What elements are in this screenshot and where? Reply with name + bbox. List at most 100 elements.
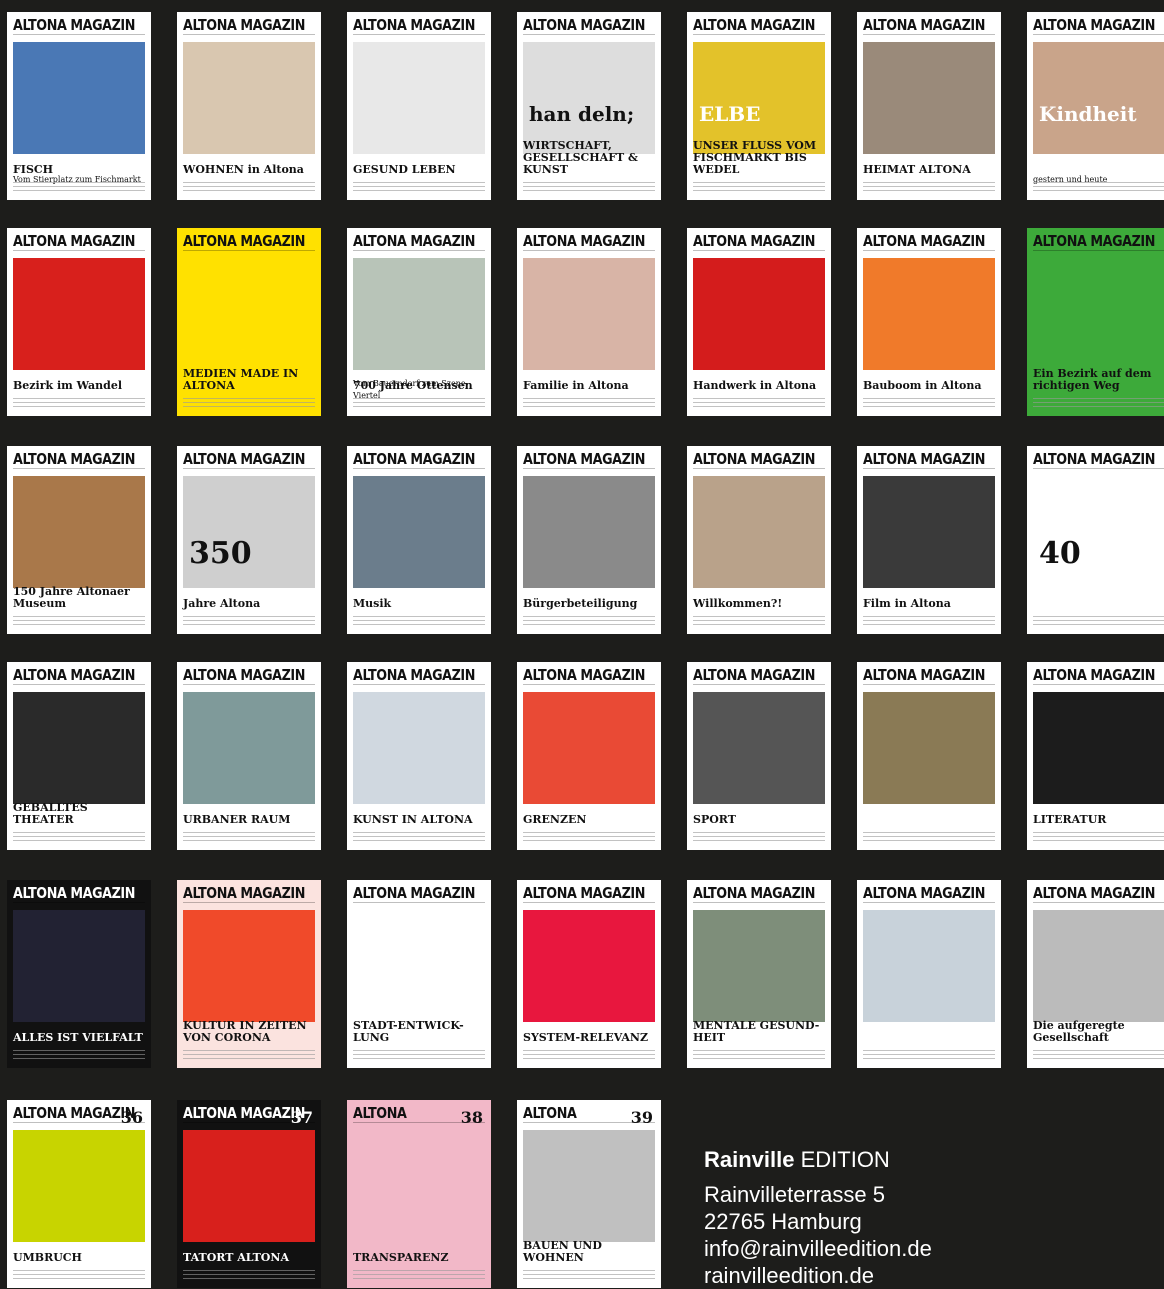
cover-headline: Handwerk in Altona [693,379,817,392]
cover-masthead: ALTONA MAGAZIN [863,16,986,34]
magazine-cover[interactable]: ALTONA MAGAZIN MEDIEN MADE IN ALTONA [177,228,321,416]
cover-artwork [523,258,655,370]
magazine-cover[interactable]: ALTONA MAGAZIN Film in Altona [857,446,1001,634]
cover-masthead: ALTONA MAGAZIN [693,450,816,468]
masthead-rule [353,684,485,690]
magazine-cover[interactable]: ALTONA MAGAZIN 350 Jahre Altona [177,446,321,634]
cover-artwork [693,476,825,588]
magazine-cover[interactable]: ALTONA MAGAZIN Familie in Altona [517,228,661,416]
magazine-cover[interactable]: ALTONA MAGAZIN SPORT [687,662,831,850]
magazine-cover[interactable]: ALTONA MAGAZIN Bürgerbeteiligung [517,446,661,634]
cover-masthead: ALTONA MAGAZIN [353,450,476,468]
magazine-cover[interactable]: ALTONA MAGAZIN GEBALLTES THEATER [7,662,151,850]
magazine-cover[interactable]: ALTONA MAGAZIN GESUND LEBEN [347,12,491,200]
cover-teaser-lines [353,1270,485,1282]
magazine-cover[interactable]: ALTONA MAGAZIN Bauboom in Altona [857,228,1001,416]
magazine-cover[interactable]: ALTONA MAGAZIN ELBE UNSER FLUSS VOM FISCHM… [687,12,831,200]
magazine-cover[interactable]: ALTONA MAGAZIN Kindheit gestern und heute [1027,12,1164,200]
magazine-cover[interactable]: ALTONA MAGAZIN 37 TATORT ALTONA [177,1100,321,1288]
cover-teaser-lines [13,616,145,628]
cover-teaser-lines [183,1050,315,1062]
cover-headline: Film in Altona [863,597,951,610]
masthead-rule [183,250,315,256]
masthead-rule [863,250,995,256]
masthead-rule [523,684,655,690]
masthead-rule [13,250,145,256]
magazine-cover[interactable]: ALTONA MAGAZIN 40 [1027,446,1164,634]
cover-artwork [863,692,995,804]
publisher-name: Rainville EDITION [704,1146,932,1173]
magazine-cover[interactable]: ALTONA MAGAZIN STADT-ENTWICK-LUNG [347,880,491,1068]
magazine-cover[interactable]: ALTONA MAGAZIN [857,662,1001,850]
cover-headline: GEBALLTES THEATER [13,801,88,826]
cover-headline: Familie in Altona [523,379,629,392]
magazine-cover[interactable]: ALTONA MAGAZIN FISCH Vom Stierplatz zum Fi… [7,12,151,200]
cover-masthead: ALTONA MAGAZIN [863,884,986,902]
cover-headline: HEIMAT ALTONA [863,163,971,176]
cover-artwork [523,42,655,154]
magazine-cover[interactable]: ALTONA MAGAZIN [857,880,1001,1068]
magazine-cover[interactable]: ALTONA MAGAZIN Willkommen?! [687,446,831,634]
magazine-cover[interactable]: ALTONA 39 BAUEN UND WOHNEN [517,1100,661,1288]
cover-artwork [13,476,145,588]
magazine-cover[interactable]: ALTONA MAGAZIN KUNST IN ALTONA [347,662,491,850]
cover-teaser-lines [523,398,655,410]
cover-headline: Willkommen?! [693,597,783,610]
cover-masthead: ALTONA MAGAZIN [13,666,136,684]
cover-artwork [13,910,145,1022]
magazine-cover[interactable]: ALTONA MAGAZIN 700 Jahre Ottensen Vom Baue… [347,228,491,416]
cover-headline: KULTUR IN ZEITEN VON CORONA [183,1019,307,1044]
cover-headline: Bürgerbeteiligung [523,597,638,610]
magazine-cover[interactable]: ALTONA MAGAZIN Musik [347,446,491,634]
magazine-cover[interactable]: ALTONA MAGAZIN han deln; WIRTSCHAFT, GESEL… [517,12,661,200]
magazine-cover[interactable]: ALTONA MAGAZIN KULTUR IN ZEITEN VON CORON… [177,880,321,1068]
masthead-rule [1033,684,1164,690]
magazine-cover[interactable]: ALTONA MAGAZIN URBANER RAUM [177,662,321,850]
email-link[interactable]: info@rainvilleedition.de [704,1235,932,1262]
magazine-cover[interactable]: ALTONA MAGAZIN WOHNEN in Altona [177,12,321,200]
cover-teaser-lines [693,398,825,410]
website-link[interactable]: rainvilleedition.de [704,1262,932,1289]
cover-teaser-lines [523,616,655,628]
magazine-cover[interactable]: ALTONA MAGAZIN Bezirk im Wandel [7,228,151,416]
cover-artwork [353,910,485,1022]
cover-headline: 150 Jahre Altonaer Museum [13,585,130,610]
cover-teaser-lines [1033,1050,1164,1062]
magazine-cover[interactable]: ALTONA MAGAZIN MENTALE GESUND-HEIT [687,880,831,1068]
masthead-rule [693,250,825,256]
cover-masthead: ALTONA MAGAZIN [183,884,306,902]
cover-masthead: ALTONA MAGAZIN [13,16,136,34]
magazine-cover[interactable]: ALTONA MAGAZIN LITERATUR [1027,662,1164,850]
magazine-cover[interactable]: ALTONA MAGAZIN 150 Jahre Altonaer Museum [7,446,151,634]
cover-teaser-lines [693,1050,825,1062]
masthead-rule [13,468,145,474]
cover-masthead: ALTONA MAGAZIN [183,1104,306,1122]
cover-teaser-lines [863,182,995,194]
cover-teaser-lines [353,832,485,844]
cover-teaser-lines [1033,616,1164,628]
cover-artwork [863,476,995,588]
cover-artwork [353,42,485,154]
masthead-rule [353,902,485,908]
cover-masthead: ALTONA MAGAZIN [353,666,476,684]
magazine-cover[interactable]: ALTONA MAGAZIN Handwerk in Altona [687,228,831,416]
magazine-cover[interactable]: ALTONA MAGAZIN HEIMAT ALTONA [857,12,1001,200]
masthead-rule [353,250,485,256]
magazine-cover[interactable]: ALTONA MAGAZIN Die aufgeregte Gesellschaf… [1027,880,1164,1068]
masthead-rule [523,902,655,908]
cover-teaser-lines [863,832,995,844]
cover-teaser-lines [523,182,655,194]
cover-teaser-lines [13,1270,145,1282]
magazine-cover[interactable]: ALTONA MAGAZIN 36 UMBRUCH [7,1100,151,1288]
cover-masthead: ALTONA MAGAZIN [1033,232,1156,250]
cover-masthead: ALTONA MAGAZIN [523,232,646,250]
cover-artwork [13,1130,145,1242]
magazine-cover[interactable]: ALTONA MAGAZIN GRENZEN [517,662,661,850]
cover-masthead: ALTONA MAGAZIN [13,884,136,902]
cover-teaser-lines [1033,398,1164,410]
magazine-cover[interactable]: ALTONA MAGAZIN ALLES IST VIELFALT [7,880,151,1068]
magazine-cover[interactable]: ALTONA MAGAZIN SYSTEM-RELEVANZ [517,880,661,1068]
magazine-cover[interactable]: ALTONA MAGAZIN Ein Bezirk auf dem richtig… [1027,228,1164,416]
magazine-cover[interactable]: ALTONA 38 TRANSPARENZ [347,1100,491,1288]
street: Rainvilleterrasse 5 [704,1182,885,1207]
